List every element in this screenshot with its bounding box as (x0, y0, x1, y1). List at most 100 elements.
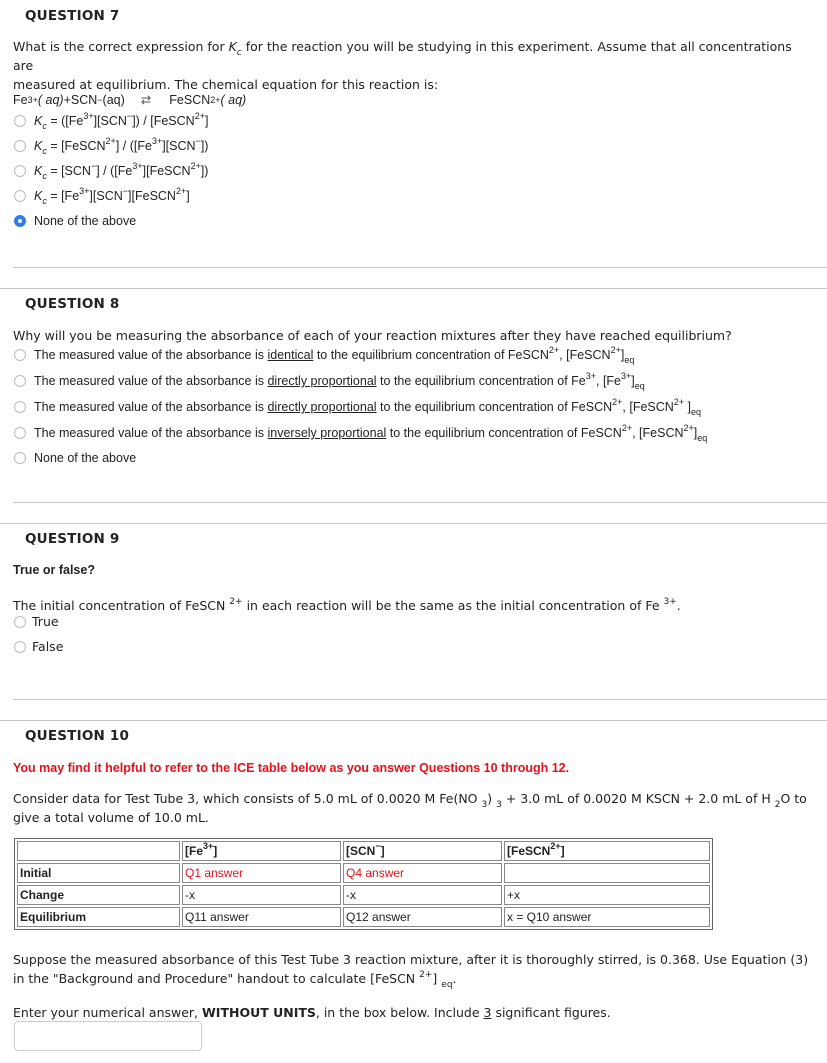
answer-input[interactable] (14, 1021, 202, 1051)
text-fragment: ) (487, 791, 497, 806)
option-label: The measured value of the absorbance is … (34, 345, 635, 365)
eq-aq: ( aq) (37, 92, 64, 107)
text-fragment: eq (624, 355, 635, 365)
option-label: Kc = ([Fe3+][SCN−]) / [FeSCN2+] (34, 111, 209, 131)
radio-button[interactable] (14, 427, 26, 439)
radio-button-selected[interactable] (14, 215, 26, 227)
text-fragment: to the equilibrium concentration of (376, 374, 572, 388)
text-fragment: ] (380, 844, 385, 858)
radio-button[interactable] (14, 115, 26, 127)
eq-aq: ( aq) (220, 92, 247, 107)
text-fragment: [SCN (346, 844, 376, 858)
q8-option-1[interactable]: The measured value of the absorbance is … (14, 345, 635, 365)
q8-option-2[interactable]: The measured value of the absorbance is … (14, 371, 645, 391)
ice-cell: Q11 answer (182, 907, 341, 927)
q7-option-2[interactable]: Kc = [FeSCN2+] / ([Fe3+][SCN−]) (14, 136, 209, 156)
text-fragment: FeSCN (569, 348, 611, 362)
text-fragment: 2+ (175, 186, 187, 196)
text-fragment: 2+ (548, 345, 560, 355)
q7-option-4[interactable]: Kc = [Fe3+][SCN−][FeSCN2+] (14, 186, 190, 206)
text-fragment: 3+ (203, 841, 214, 851)
radio-button[interactable] (14, 640, 26, 653)
option-label: Kc = [SCN−] / ([Fe3+][FeSCN2+]) (34, 161, 209, 181)
text-fragment: c (42, 196, 47, 206)
text-fragment: The measured value of the absorbance is (34, 426, 268, 440)
text-fragment: 3+ (132, 161, 143, 171)
text-fragment: 2+ (610, 345, 621, 355)
divider (0, 720, 827, 721)
text-fragment: FeSCN (642, 426, 684, 440)
text-fragment: FeSCN (507, 348, 549, 362)
text-fragment: Suppose the measured absorbance of this … (13, 952, 809, 967)
text-fragment: 3+ (79, 186, 90, 196)
ice-cell: -x (343, 885, 502, 905)
text-fragment: to the equilibrium concentration of (376, 400, 572, 414)
text-fragment: identical (267, 348, 314, 362)
text-fragment: eq (691, 407, 702, 417)
radio-button[interactable] (14, 140, 26, 152)
ice-cell (504, 863, 710, 883)
text-fragment: , in the box below. Include (315, 1005, 484, 1020)
ice-row-label: Change (17, 885, 180, 905)
text-fragment: 2+ (419, 970, 433, 980)
eq-scn: SCN (70, 92, 98, 107)
ice-row-label: Initial (17, 863, 180, 883)
radio-button[interactable] (14, 401, 26, 413)
option-label: The measured value of the absorbance is … (34, 371, 645, 391)
text-fragment: [FeSCN (507, 844, 551, 858)
text-fragment: O to (780, 791, 807, 806)
q9-option-true[interactable]: True (14, 614, 59, 629)
text-fragment: 3+ (83, 111, 94, 121)
ice-cell: -x (182, 885, 341, 905)
q9-option-false[interactable]: False (14, 639, 63, 654)
ice-table: [Fe3+] [SCN−] [FeSCN2+] Initial Q1 answe… (14, 838, 713, 930)
radio-button[interactable] (14, 452, 26, 464)
question-10-title: QUESTION 10 (25, 728, 130, 744)
text-fragment: 3+ (151, 136, 163, 146)
q8-option-3[interactable]: The measured value of the absorbance is … (14, 397, 702, 417)
text-fragment: The measured value of the absorbance is (34, 348, 268, 362)
radio-button[interactable] (14, 165, 26, 177)
question-9-subtitle: True or false? (13, 563, 95, 577)
q7-option-1[interactable]: Kc = ([Fe3+][SCN−]) / [FeSCN2+] (14, 111, 209, 131)
ice-cell: Q12 answer (343, 907, 502, 927)
text-fragment: eq (441, 980, 453, 990)
ice-header-fe: [Fe3+] (182, 841, 341, 861)
text-fragment: 2+ (194, 111, 205, 121)
text-fragment: c (42, 196, 47, 206)
text-fragment: Fe (571, 374, 586, 388)
text-fragment: [Fe (185, 844, 203, 858)
option-label: Kc = [FeSCN2+] / ([Fe3+][SCN−]) (34, 136, 209, 156)
text-fragment: 2+ (683, 423, 694, 433)
text-fragment: c (42, 146, 47, 156)
ice-row-equilibrium: Equilibrium Q11 answer Q12 answer x = Q1… (17, 907, 710, 927)
text-fragment: to the equilibrium concentration of (313, 348, 508, 362)
ice-table-note: You may find it helpful to refer to the … (13, 761, 570, 775)
option-label: Kc = [Fe3+][SCN−][FeSCN2+] (34, 186, 190, 206)
text-fragment: c (42, 146, 47, 156)
text-fragment: The measured value of the absorbance is (34, 400, 268, 414)
text-fragment: − (122, 186, 129, 196)
text-fragment: 3+ (663, 597, 677, 607)
text-fragment: + 3.0 mL of 0.0020 M KSCN + 2.0 mL of H (501, 791, 775, 806)
ice-header-scn: [SCN−] (343, 841, 502, 861)
text-fragment: Enter your numerical answer, (13, 1005, 203, 1020)
text-fragment: FeSCN (571, 400, 613, 414)
q7-option-3[interactable]: Kc = [SCN−] / ([Fe3+][FeSCN2+]) (14, 161, 209, 181)
q7-option-5[interactable]: None of the above (14, 214, 136, 228)
option-label: None of the above (34, 451, 137, 465)
q8-option-4[interactable]: The measured value of the absorbance is … (14, 423, 707, 443)
text-fragment: 2+ (673, 397, 685, 407)
ice-cell: +x (504, 885, 710, 905)
option-label: True (32, 614, 59, 629)
radio-button[interactable] (14, 375, 26, 387)
text-fragment: in the "Background and Procedure" handou… (13, 971, 420, 986)
radio-button[interactable] (14, 615, 26, 628)
divider (13, 502, 827, 503)
text-fragment: − (126, 111, 133, 121)
radio-button[interactable] (14, 190, 26, 202)
q8-option-5[interactable]: None of the above (14, 451, 136, 465)
radio-button[interactable] (14, 349, 26, 361)
option-label: False (32, 639, 64, 654)
prompt-text: measured at equilibrium. The chemical eq… (13, 77, 439, 92)
